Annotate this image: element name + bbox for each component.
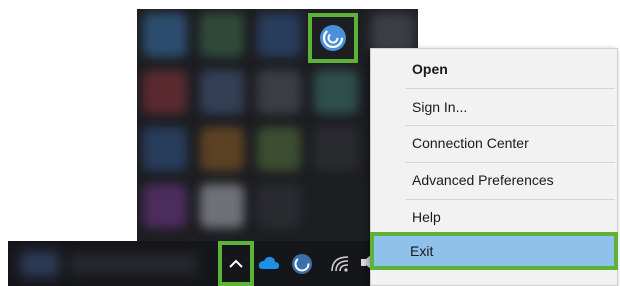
menu-item-help[interactable]: Help: [372, 199, 616, 235]
menu-item-label: Help: [412, 209, 441, 225]
app-tray-icon-highlight[interactable]: [308, 13, 358, 63]
menu-item-label: Open: [412, 61, 448, 77]
taskbar-app-blurred[interactable]: [68, 253, 198, 275]
wifi-icon[interactable]: [330, 254, 350, 272]
menu-item-connection-center[interactable]: Connection Center: [372, 125, 616, 161]
tray-icon-blurred[interactable]: [143, 13, 187, 57]
taskbar-app-blurred[interactable]: [20, 251, 60, 277]
app-receiver-icon[interactable]: [291, 253, 313, 275]
menu-item-label: Connection Center: [412, 135, 529, 151]
tray-icon-blurred[interactable]: [200, 70, 244, 114]
tray-icon-blurred[interactable]: [314, 70, 358, 114]
tray-icon-blurred[interactable]: [257, 13, 301, 57]
app-receiver-icon: [320, 25, 346, 51]
menu-item-label: Advanced Preferences: [412, 172, 554, 188]
show-hidden-icons-button[interactable]: [218, 241, 254, 286]
tray-icon-blurred[interactable]: [257, 184, 301, 228]
tray-icon-blurred[interactable]: [200, 127, 244, 171]
tray-icon-blurred[interactable]: [257, 70, 301, 114]
cloud-icon[interactable]: [258, 255, 280, 271]
menu-item-sign-in[interactable]: Sign In...: [372, 89, 616, 125]
context-menu: Open Sign In... Connection Center Advanc…: [370, 48, 618, 286]
tray-icon-blurred[interactable]: [200, 184, 244, 228]
tray-icon-blurred[interactable]: [143, 127, 187, 171]
tray-icon-blurred[interactable]: [314, 127, 358, 171]
menu-item-open[interactable]: Open: [372, 51, 616, 87]
menu-item-advanced-preferences[interactable]: Advanced Preferences: [372, 162, 616, 198]
menu-item-label: Exit: [410, 243, 434, 259]
tray-icon-blurred[interactable]: [143, 184, 187, 228]
tray-icon-blurred[interactable]: [257, 127, 301, 171]
menu-item-exit[interactable]: Exit: [370, 232, 618, 270]
chevron-up-icon: [229, 259, 243, 268]
menu-item-label: Sign In...: [412, 99, 468, 115]
tray-icon-blurred[interactable]: [200, 13, 244, 57]
tray-icon-blurred[interactable]: [143, 70, 187, 114]
